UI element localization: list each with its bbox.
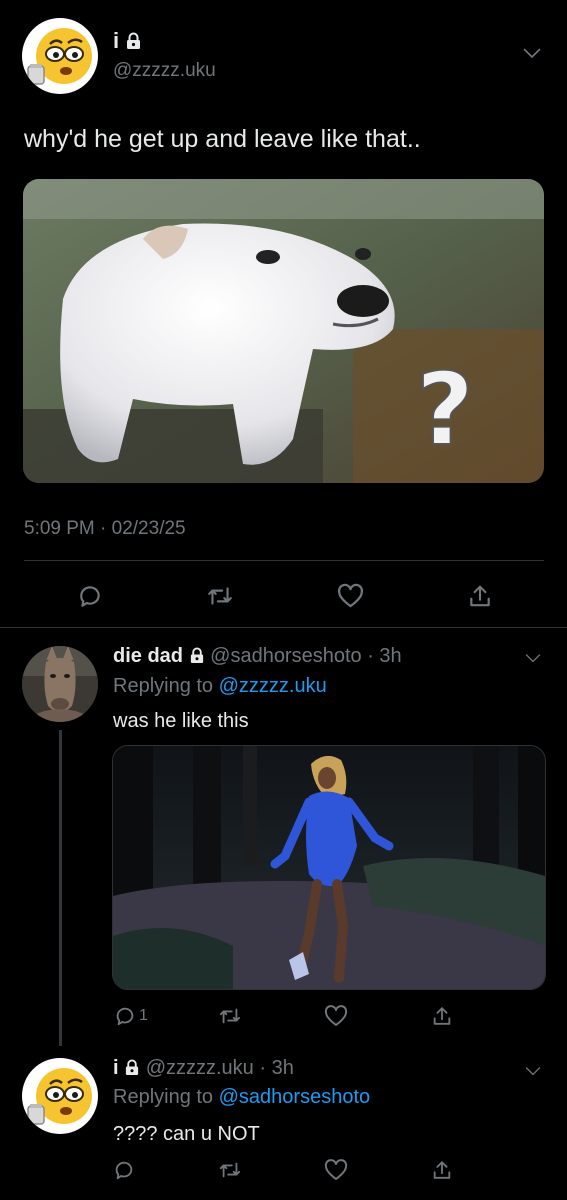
reply-icon [80, 586, 100, 607]
chevron-down-icon[interactable] [524, 651, 542, 669]
share-button[interactable] [426, 1000, 458, 1032]
like-icon [337, 583, 363, 608]
reply-button[interactable] [108, 1154, 140, 1186]
reply-button[interactable]: 1 [114, 1000, 154, 1032]
tweet-text: why'd he get up and leave like that.. [24, 125, 421, 153]
tweet-text: ???? can u NOT [113, 1123, 260, 1145]
retweet-button[interactable] [214, 1154, 246, 1186]
thread-line [59, 730, 62, 1046]
reply-count: 1 [139, 1007, 148, 1024]
like-button[interactable] [320, 1154, 352, 1186]
reply-icon [116, 1007, 134, 1026]
retweet-icon [208, 587, 232, 605]
replying-to-link[interactable]: @sadhorseshoto [219, 1086, 371, 1108]
replying-label: Replying to [113, 1086, 214, 1108]
post-time: · 3h [367, 645, 402, 667]
author-name[interactable]: i [113, 1057, 119, 1079]
share-icon [470, 585, 490, 606]
share-button[interactable] [426, 1154, 458, 1186]
replying-to-link[interactable]: @zzzzz.uku [219, 675, 327, 697]
forest-photo [113, 746, 545, 989]
chevron-down-icon[interactable] [524, 1064, 542, 1082]
horse-photo [22, 646, 98, 722]
retweet-icon [219, 1008, 241, 1024]
retweet-button[interactable] [214, 1000, 246, 1032]
author-handle[interactable]: @sadhorseshoto [210, 645, 362, 667]
like-icon [324, 1159, 348, 1180]
like-button[interactable] [320, 1000, 352, 1032]
share-icon [433, 1160, 451, 1179]
lock-icon [124, 1059, 140, 1082]
retweet-button[interactable] [204, 580, 236, 612]
lock-icon [125, 30, 142, 56]
avatar[interactable] [22, 646, 98, 722]
lock-icon [189, 647, 205, 670]
share-icon [433, 1006, 451, 1025]
tweet-timestamp: 5:09 PM · 02/23/25 [24, 518, 186, 539]
author-name[interactable]: die dad [113, 645, 183, 667]
emoji-face-icon [27, 1068, 92, 1125]
replying-label: Replying to [113, 675, 214, 697]
dog-photo: ? [23, 179, 544, 483]
author-handle[interactable]: @zzzzz.uku [146, 1057, 254, 1079]
like-icon [324, 1005, 348, 1026]
like-button[interactable] [334, 580, 366, 612]
tweet-image[interactable]: ? [23, 179, 544, 483]
chevron-down-icon[interactable] [522, 46, 542, 65]
post-time: · 3h [259, 1057, 294, 1079]
retweet-icon [219, 1162, 241, 1178]
author-name[interactable]: i [113, 28, 119, 53]
avatar[interactable] [22, 1058, 98, 1134]
reply-button[interactable] [74, 580, 106, 612]
tweet-image[interactable] [112, 745, 546, 990]
reply-icon [115, 1161, 133, 1180]
author-handle[interactable]: @zzzzz.uku [113, 60, 216, 82]
tweet-text: was he like this [113, 710, 249, 732]
share-button[interactable] [464, 580, 496, 612]
image-question-mark: ? [416, 351, 474, 468]
emoji-face-icon [27, 28, 92, 85]
avatar[interactable] [22, 18, 98, 94]
